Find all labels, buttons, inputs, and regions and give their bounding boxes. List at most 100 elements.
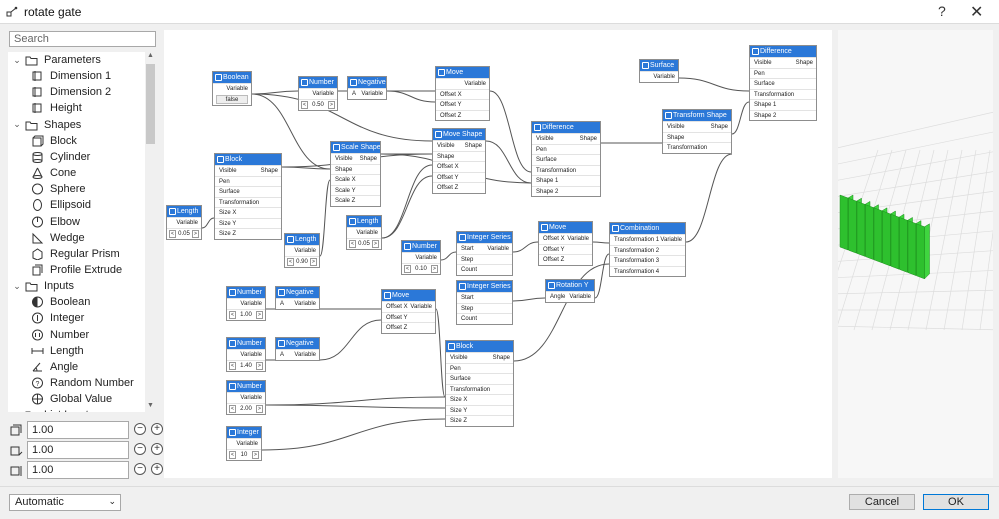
- node-input[interactable]: Size X: [446, 394, 513, 405]
- scroll-up-icon[interactable]: ▲: [145, 52, 156, 59]
- value-left-arrow[interactable]: <: [287, 257, 294, 266]
- value-right-arrow[interactable]: >: [256, 310, 263, 319]
- node-length-2[interactable]: Length Variable <0.90 >: [284, 233, 320, 268]
- node-input[interactable]: Pen: [446, 362, 513, 374]
- ok-button[interactable]: OK: [923, 494, 989, 510]
- integer-value[interactable]: 10: [241, 452, 248, 458]
- tree-scrollbar[interactable]: ▲ ▼: [145, 52, 156, 412]
- tree-item-parameters[interactable]: ⌄ Parameters: [12, 52, 101, 68]
- node-input[interactable]: Visible: [536, 136, 554, 142]
- node-input[interactable]: Size Z: [446, 415, 513, 426]
- tree-item-number[interactable]: Number: [28, 327, 89, 343]
- param-value-field[interactable]: 1.00: [27, 421, 129, 439]
- length-value[interactable]: 0.05: [358, 241, 370, 247]
- node-input[interactable]: Visible: [219, 168, 237, 174]
- close-button[interactable]: ✕: [970, 2, 983, 22]
- node-output[interactable]: Variable: [410, 302, 432, 313]
- tree-item-shapes[interactable]: ⌄ Shapes: [12, 117, 81, 133]
- param-value-field[interactable]: 1.00: [27, 461, 129, 479]
- update-mode-select[interactable]: Automatic ⌄: [9, 494, 121, 511]
- node-input[interactable]: Scale Z: [331, 195, 380, 206]
- node-input[interactable]: Offset Z: [436, 109, 489, 121]
- node-input[interactable]: Count: [457, 313, 512, 324]
- value-right-arrow[interactable]: >: [431, 264, 438, 273]
- node-input[interactable]: Offset Z: [382, 322, 435, 333]
- decrement-button[interactable]: −: [134, 443, 146, 455]
- decrement-button[interactable]: −: [134, 463, 146, 475]
- node-input[interactable]: Shape 2: [532, 185, 600, 197]
- node-output[interactable]: Variable: [294, 299, 316, 310]
- node-output[interactable]: Shape: [796, 58, 813, 69]
- search-input[interactable]: Search: [9, 31, 156, 47]
- value-left-arrow[interactable]: <: [229, 361, 236, 370]
- node-input[interactable]: Visible: [754, 60, 772, 66]
- node-input[interactable]: Transformation 2: [610, 244, 685, 256]
- node-input[interactable]: Offset Y: [539, 243, 592, 255]
- node-input[interactable]: Surface: [750, 78, 816, 89]
- 3d-preview[interactable]: [838, 30, 993, 478]
- cancel-button[interactable]: Cancel: [849, 494, 915, 510]
- node-output[interactable]: Shape: [261, 166, 278, 177]
- node-input[interactable]: Transformation 1: [614, 237, 659, 243]
- node-block-1[interactable]: Block Visible Shape Pen Surface Transform…: [214, 153, 282, 240]
- tree-item-height[interactable]: Height: [28, 100, 82, 116]
- node-output[interactable]: Variable: [299, 88, 337, 99]
- node-surface[interactable]: Surface Variable: [639, 59, 679, 83]
- help-button[interactable]: ?: [938, 3, 946, 19]
- node-input[interactable]: Shape 1: [532, 175, 600, 186]
- value-right-arrow[interactable]: >: [310, 257, 317, 266]
- node-move-3[interactable]: Move Offset X Variable Offset Y Offset Z: [381, 289, 436, 334]
- tree-item-angle[interactable]: Angle: [28, 359, 78, 375]
- node-output[interactable]: Variable: [361, 89, 383, 100]
- length-value[interactable]: 0.90: [296, 259, 308, 265]
- tree-item-list-inputs[interactable]: ⌄ List Inputs: [12, 407, 94, 412]
- node-input[interactable]: Scale Y: [331, 184, 380, 196]
- value-left-arrow[interactable]: <: [229, 404, 236, 413]
- node-boolean[interactable]: Boolean Variable false: [212, 71, 252, 106]
- node-output[interactable]: Variable: [167, 217, 201, 228]
- node-rotation-y[interactable]: Rotation Y Angle Variable: [545, 279, 595, 303]
- node-negative-2[interactable]: Negative A Variable: [275, 286, 320, 310]
- node-input[interactable]: Shape: [331, 163, 380, 175]
- tree-item-dimension-2[interactable]: Dimension 2: [28, 84, 111, 100]
- tree-item-wedge[interactable]: Wedge: [28, 230, 85, 246]
- node-output[interactable]: Variable: [487, 244, 509, 255]
- node-input[interactable]: Start: [457, 292, 512, 303]
- tree-item-global-value[interactable]: Global Value: [28, 391, 112, 407]
- node-move-shape[interactable]: Move Shape Visible Shape Shape Offset X O…: [432, 128, 486, 194]
- node-output[interactable]: Variable: [567, 234, 589, 245]
- node-output[interactable]: Shape: [493, 353, 510, 364]
- number-value[interactable]: 0.50: [312, 102, 324, 108]
- node-editor-canvas[interactable]: Boolean Variable false Number Variable <…: [164, 30, 832, 478]
- node-output[interactable]: Variable: [436, 78, 489, 89]
- node-output[interactable]: Shape: [465, 141, 482, 152]
- tree-item-integer[interactable]: Integer: [28, 310, 84, 326]
- value-right-arrow[interactable]: >: [256, 404, 263, 413]
- node-input[interactable]: Size X: [215, 207, 281, 218]
- node-length-1[interactable]: Length Variable <0.05 >: [166, 205, 202, 240]
- node-number-4[interactable]: Number Variable <1.40 >: [226, 337, 266, 372]
- node-input[interactable]: Scale X: [331, 174, 380, 185]
- node-move-1[interactable]: Move Variable Offset X Offset Y Offset Z: [435, 66, 490, 121]
- node-output[interactable]: Variable: [227, 298, 265, 309]
- value-right-arrow[interactable]: >: [372, 239, 379, 248]
- scroll-thumb[interactable]: [146, 64, 155, 144]
- node-output[interactable]: Variable: [569, 292, 591, 303]
- node-input[interactable]: Pen: [750, 67, 816, 79]
- tree-item-length[interactable]: Length: [28, 343, 84, 359]
- node-input[interactable]: Offset X: [436, 88, 489, 100]
- node-input[interactable]: Shape: [433, 150, 485, 162]
- param-value-field[interactable]: 1.00: [27, 441, 129, 459]
- expand-toggle-icon[interactable]: ⌄: [12, 55, 22, 66]
- value-left-arrow[interactable]: <: [301, 100, 308, 109]
- node-input[interactable]: Offset Y: [436, 99, 489, 110]
- node-output[interactable]: Variable: [347, 227, 381, 238]
- node-input[interactable]: Transformation: [532, 164, 600, 176]
- node-output[interactable]: Shape: [711, 122, 728, 133]
- node-input[interactable]: Pen: [532, 143, 600, 155]
- node-input[interactable]: Shape: [663, 131, 731, 143]
- number-value[interactable]: 2.00: [240, 406, 252, 412]
- node-negative-1[interactable]: Negative A Variable: [347, 76, 387, 100]
- tree-item-random-number[interactable]: ? Random Number: [28, 375, 134, 391]
- node-scale-shape[interactable]: Scale Shape Visible Shape Shape Scale X S…: [330, 141, 381, 207]
